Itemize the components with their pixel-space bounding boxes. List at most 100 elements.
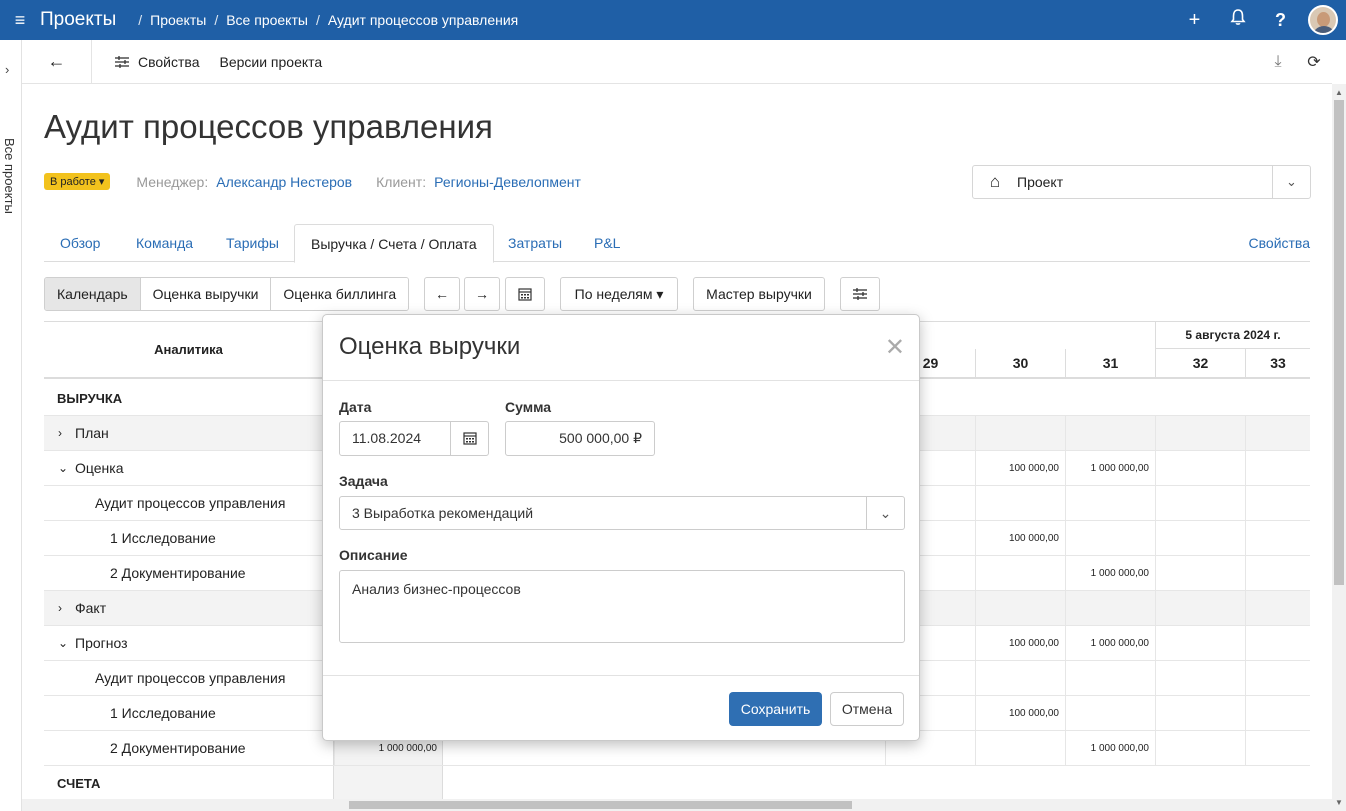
sliders-icon [115, 55, 129, 68]
grid-cell[interactable]: 1 000 000,00 [1065, 731, 1155, 766]
grid-cell[interactable] [1245, 416, 1310, 451]
grid-cell[interactable]: 1 000 000,00 [1065, 451, 1155, 486]
grid-cell[interactable] [1155, 731, 1245, 766]
period-select[interactable]: По неделям ▾ [560, 277, 678, 311]
view-calendar-button[interactable]: Календарь [45, 278, 141, 310]
properties-button[interactable]: Свойства [114, 54, 199, 70]
grid-cell[interactable] [1155, 451, 1245, 486]
save-button[interactable]: Сохранить [729, 692, 822, 726]
project-type-select[interactable]: ⌂ Проект ⌄ [972, 165, 1311, 199]
grid-cell[interactable]: 100 000,00 [975, 451, 1065, 486]
refresh-icon[interactable]: ⟳ [1296, 52, 1332, 72]
grid-cell[interactable] [1155, 556, 1245, 591]
sum-field[interactable]: 500 000,00 ₽ [505, 421, 655, 456]
grid-cell[interactable] [1155, 416, 1245, 451]
grid-cell[interactable] [1245, 521, 1310, 556]
help-icon[interactable]: ? [1259, 10, 1302, 31]
grid-cell[interactable] [975, 416, 1065, 451]
tab-revenue[interactable]: Выручка / Счета / Оплата [294, 224, 494, 263]
tab-rates[interactable]: Тарифы [226, 224, 279, 262]
tab-pnl[interactable]: P&L [594, 224, 620, 262]
chevron-right-icon[interactable]: › [58, 416, 62, 451]
tab-overview[interactable]: Обзор [60, 224, 100, 262]
prev-period-button[interactable]: ← [424, 277, 460, 311]
grid-cell[interactable] [1155, 626, 1245, 661]
chevron-down-icon[interactable]: ⌄ [58, 451, 68, 486]
manager-link[interactable]: Александр Нестеров [216, 174, 352, 190]
settings-sliders-icon[interactable] [840, 277, 880, 311]
grid-cell[interactable] [975, 661, 1065, 696]
scroll-down-icon[interactable]: ▼ [1335, 798, 1343, 807]
scroll-up-icon[interactable]: ▲ [1335, 88, 1343, 97]
bell-icon[interactable] [1216, 8, 1259, 32]
projects-side-panel[interactable]: › Все проекты [0, 40, 22, 811]
grid-cell[interactable] [975, 556, 1065, 591]
vertical-scrollbar[interactable]: ▲ ▼ [1332, 84, 1346, 811]
description-field[interactable]: Анализ бизнес-процессов [339, 570, 905, 643]
client-link[interactable]: Регионы-Девелопмент [434, 174, 581, 190]
grid-cell[interactable] [1245, 556, 1310, 591]
cancel-button[interactable]: Отмена [830, 692, 904, 726]
chevron-right-icon[interactable]: › [5, 62, 9, 77]
grid-cell[interactable] [1245, 661, 1310, 696]
view-revenue-estimate-button[interactable]: Оценка выручки [140, 278, 272, 310]
view-billing-estimate-button[interactable]: Оценка биллинга [271, 278, 409, 310]
grid-cell[interactable] [1065, 416, 1155, 451]
breadcrumb-item-all-projects[interactable]: Все проекты [226, 12, 308, 28]
avatar[interactable] [1308, 5, 1338, 35]
arrow-left-icon[interactable]: ← [22, 39, 92, 84]
next-period-button[interactable]: → [464, 277, 500, 311]
app-name[interactable]: Проекты [40, 9, 116, 31]
tab-properties-link[interactable]: Свойства [1249, 224, 1310, 262]
grid-cell[interactable] [1245, 591, 1310, 626]
grid-cell[interactable] [1245, 626, 1310, 661]
grid-cell[interactable] [1065, 521, 1155, 556]
grid-cell[interactable] [1155, 486, 1245, 521]
revenue-master-button[interactable]: Мастер выручки [693, 277, 825, 311]
breadcrumb-separator: / [138, 12, 143, 28]
grid-cell[interactable]: 1 000 000,00 [1065, 556, 1155, 591]
grid-cell[interactable] [1155, 521, 1245, 556]
grid-cell[interactable] [1065, 486, 1155, 521]
download-icon[interactable]: ⤓ [1260, 53, 1296, 71]
grid-cell[interactable]: 100 000,00 [975, 521, 1065, 556]
calendar-icon[interactable] [505, 277, 545, 311]
grid-cell[interactable] [1245, 451, 1310, 486]
chevron-down-icon[interactable]: ⌄ [58, 626, 68, 661]
chevron-right-icon[interactable]: › [58, 591, 62, 626]
grid-cell[interactable] [1245, 486, 1310, 521]
grid-cell[interactable] [1065, 591, 1155, 626]
project-versions-button[interactable]: Версии проекта [219, 54, 322, 70]
plus-icon[interactable]: + [1173, 9, 1216, 32]
grid-cell[interactable]: 1 000 000,00 [1065, 626, 1155, 661]
row-label: 2 Документирование [110, 565, 246, 581]
breadcrumb-item-projects[interactable]: Проекты [150, 12, 206, 28]
task-select[interactable]: 3 Выработка рекомендаций ⌄ [339, 496, 905, 530]
grid-cell[interactable]: 100 000,00 [975, 696, 1065, 731]
grid-cell[interactable] [1065, 696, 1155, 731]
grid-cell[interactable] [975, 486, 1065, 521]
calendar-icon[interactable] [450, 422, 488, 455]
grid-cell[interactable]: 100 000,00 [975, 626, 1065, 661]
grid-cell[interactable] [1065, 661, 1155, 696]
scrollbar-thumb[interactable] [349, 801, 852, 809]
grid-cell[interactable] [1155, 696, 1245, 731]
tab-team[interactable]: Команда [136, 224, 193, 262]
status-badge[interactable]: В работе ▾ [44, 173, 111, 190]
grid-cell[interactable] [1155, 661, 1245, 696]
tab-costs[interactable]: Затраты [508, 224, 562, 262]
date-field[interactable]: 11.08.2024 [339, 421, 489, 456]
grid-cell[interactable] [1245, 731, 1310, 766]
horizontal-scrollbar[interactable] [22, 799, 1332, 811]
grid-cell[interactable] [1245, 696, 1310, 731]
grid-cell[interactable] [1155, 591, 1245, 626]
chevron-down-icon[interactable]: ⌄ [866, 497, 904, 529]
grid-cell[interactable] [975, 591, 1065, 626]
scrollbar-thumb[interactable] [1334, 100, 1344, 585]
page-title: Аудит процессов управления [44, 108, 493, 145]
hamburger-icon[interactable]: ≡ [0, 10, 40, 31]
close-icon[interactable]: ✕ [885, 333, 905, 362]
grid-cell[interactable] [975, 731, 1065, 766]
side-panel-label[interactable]: Все проекты [2, 138, 17, 214]
chevron-down-icon[interactable]: ⌄ [1272, 166, 1310, 198]
